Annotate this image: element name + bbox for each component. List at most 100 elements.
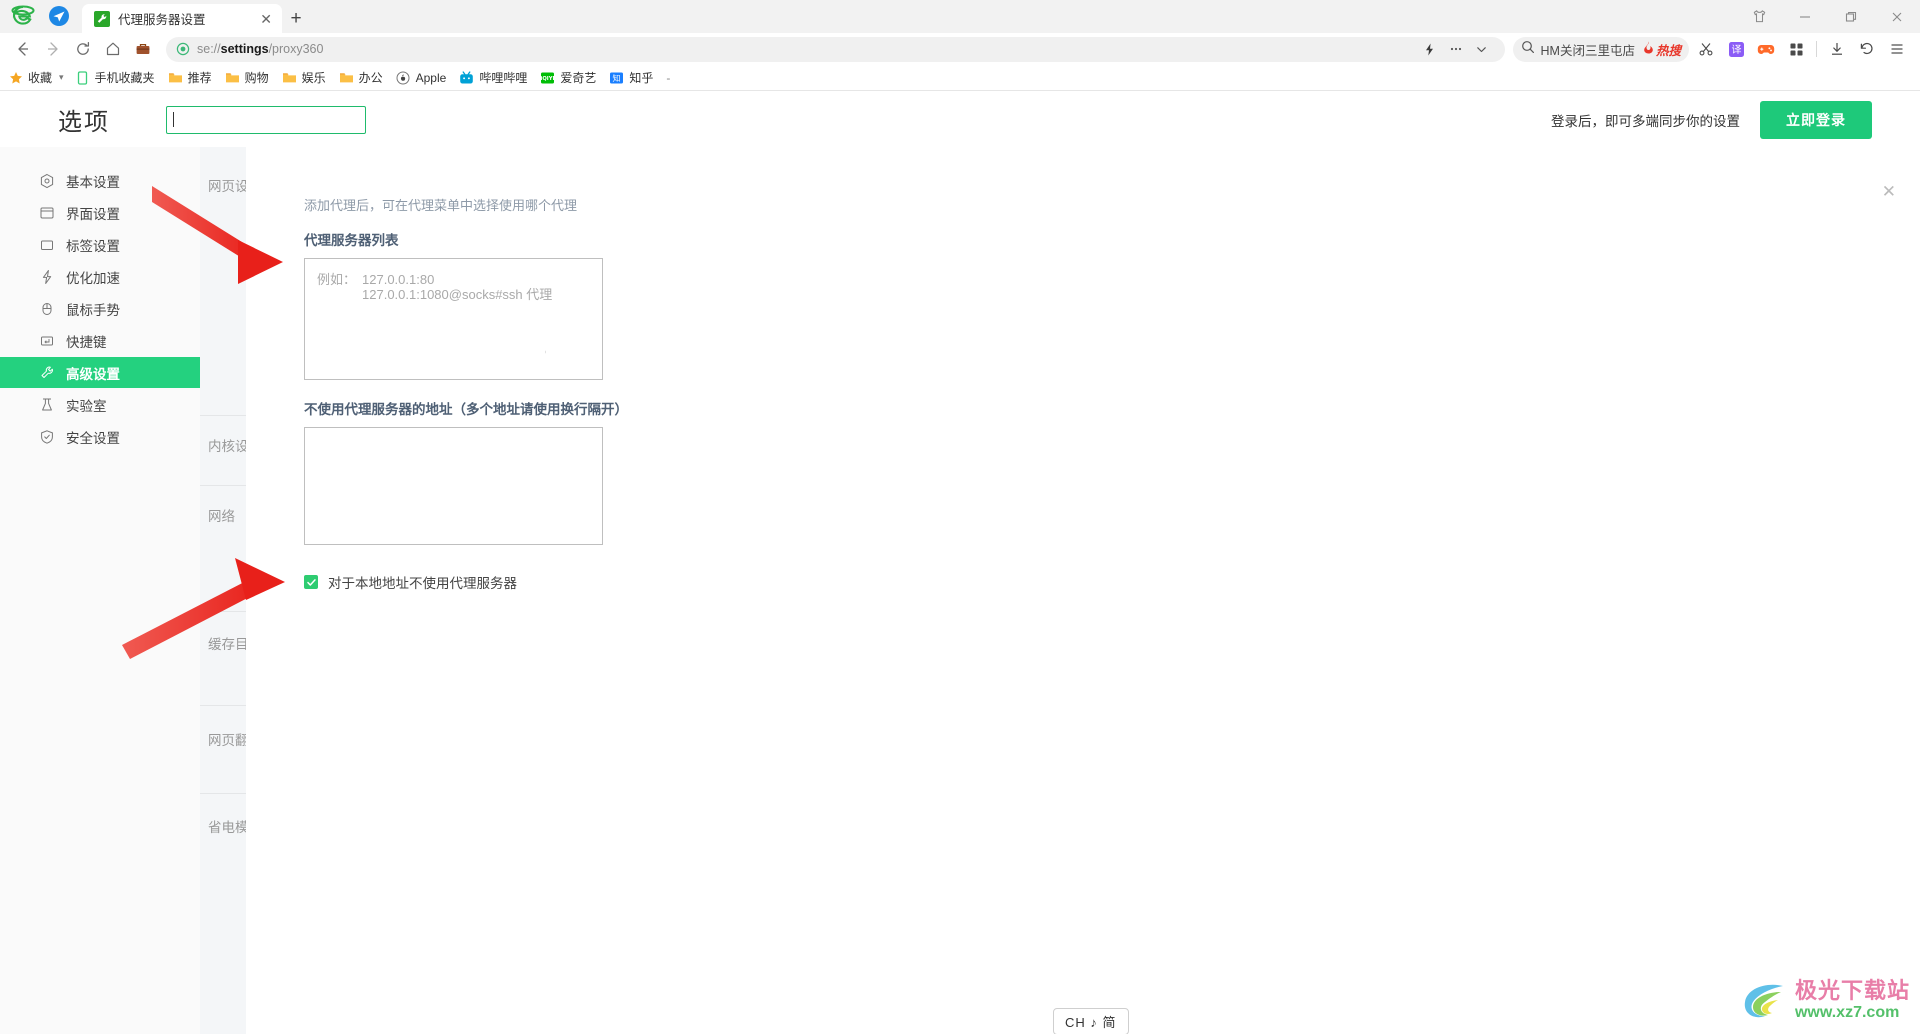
new-tab-button[interactable]: + [282,4,310,33]
menu-icon[interactable] [1882,35,1912,63]
circle-dot-icon [38,172,55,189]
sidebar-item-basic[interactable]: 基本设置 [0,165,200,196]
hot-search-badge[interactable]: 热搜 [1643,40,1681,59]
secure-shield-icon [176,42,190,56]
sidebar-item-label: 标签设置 [66,238,120,254]
tab-strip: 代理服务器设置 ✕ + [82,0,310,33]
proxy-list-placeholder: 例如： 127.0.0.1:80 127.0.0.1:1080@socks#ss… [317,272,590,303]
lightning-icon[interactable] [1417,38,1443,60]
sidebar-item-interface[interactable]: 界面设置 [0,197,200,228]
briefcase-icon[interactable] [128,34,158,64]
tab-title: 代理服务器设置 [118,13,206,27]
zhihu-icon: 知 [609,70,624,85]
options-sidebar: 基本设置 界面设置 标签设置 优化加速 鼠标手势 快捷键 高级设置 实验室 安全… [0,147,200,1034]
sidebar-item-label: 实验室 [66,398,107,414]
sidebar-item-mouse-gestures[interactable]: 鼠标手势 [0,293,200,324]
close-icon[interactable]: ✕ [1882,183,1896,200]
search-box[interactable]: HM关闭三里屯店 热搜 [1512,36,1689,62]
bookmark-item-8[interactable]: iQIYI 爱奇艺 [540,69,596,86]
sidebar-item-shortcuts[interactable]: 快捷键 [0,325,200,356]
skin-icon[interactable] [1736,0,1782,33]
minimize-button[interactable] [1782,0,1828,33]
options-content: 网页设 内核设 网络 缓存目 网页翻 省电模 ✕ 添加代理后，可在代理菜单中选择… [200,147,1920,1034]
bookmark-item-4[interactable]: 娱乐 [282,69,326,86]
toolbar-divider [1816,41,1817,57]
maximize-button[interactable] [1828,0,1874,33]
ghost-section-power[interactable]: 省电模 [208,816,249,836]
bookmark-item-3[interactable]: 购物 [225,69,269,86]
ghost-section-translate[interactable]: 网页翻 [208,729,249,749]
hot-search-label: 热搜 [1655,43,1681,58]
login-button[interactable]: 立即登录 [1760,100,1872,139]
reload-icon[interactable] [68,34,98,64]
back-icon[interactable] [8,34,38,64]
watermark: 极光下载站 www.xz7.com [1737,976,1910,1024]
sidebar-item-label: 快捷键 [66,334,107,350]
ime-status-chip[interactable]: CH ♪ 简 [1053,1008,1129,1034]
bookmark-label: 购物 [244,71,269,85]
bookmark-item-6[interactable]: Apple [396,70,447,85]
watermark-logo-icon [1744,984,1783,1018]
address-bar-icons [1417,38,1495,60]
proxy-settings-panel: ✕ 添加代理后，可在代理菜单中选择使用哪个代理 代理服务器列表 例如： 127.… [246,147,1920,1034]
send-paperplane-icon[interactable] [46,3,72,29]
bookmarks-overflow[interactable]: - [666,71,670,85]
game-icon[interactable] [1751,35,1781,63]
keyboard-icon [38,332,55,349]
ghost-section-network[interactable]: 网络 [208,505,235,525]
bookmark-label: 哔哩哔哩 [479,71,528,85]
scissors-icon[interactable] [1691,35,1721,63]
apps-grid-icon[interactable] [1781,35,1811,63]
chevron-down-icon[interactable] [1469,38,1495,60]
tab-icon [38,236,55,253]
address-bar[interactable]: se://settings/proxy360 [166,36,1505,62]
sidebar-item-security[interactable]: 安全设置 [0,421,200,452]
bookmark-item-0[interactable]: 收藏 [8,69,52,86]
tab-proxy-settings[interactable]: 代理服务器设置 ✕ [82,4,282,33]
bookmark-label: Apple [415,70,447,85]
flame-icon [1643,41,1654,57]
apple-icon [396,70,411,85]
flask-icon [38,396,55,413]
sidebar-item-label: 基本设置 [66,174,120,190]
sidebar-item-advanced[interactable]: 高级设置 [0,357,200,388]
toolbar-icons: 译 [1691,35,1912,63]
bookmarks-dropdown-icon[interactable]: ▾ [59,72,64,83]
local-bypass-checkbox-row[interactable]: 对于本地地址不使用代理服务器 [304,572,1920,592]
title-bar: 代理服务器设置 ✕ + [0,0,1920,33]
bookmark-item-7[interactable]: 哔哩哔哩 [459,69,527,86]
proxy-list-label: 代理服务器列表 [304,233,399,248]
ghost-section-kernel[interactable]: 内核设 [208,435,249,455]
ghost-section-webpage[interactable]: 网页设 [208,175,249,195]
sidebar-item-label: 高级设置 [66,366,120,382]
mouse-icon [38,300,55,317]
panel-note: 添加代理后，可在代理菜单中选择使用哪个代理 [304,198,578,213]
sidebar-item-lab[interactable]: 实验室 [0,389,200,420]
checkbox[interactable] [304,575,318,589]
translate-icon[interactable]: 译 [1721,35,1751,63]
proxy-list-textarea[interactable]: 例如： 127.0.0.1:80 127.0.0.1:1080@socks#ss… [304,258,603,380]
tab-close-icon[interactable]: ✕ [260,12,272,26]
ie-logo-icon[interactable] [8,1,38,31]
svg-text:iQIYI: iQIYI [541,76,555,82]
sidebar-item-acceleration[interactable]: 优化加速 [0,261,200,292]
wrench-icon [38,364,55,381]
bookmark-item-9[interactable]: 知 知乎 [609,69,653,86]
close-button[interactable] [1874,0,1920,33]
options-search-input[interactable] [166,105,366,134]
home-icon[interactable] [98,34,128,64]
folder-icon [168,70,183,85]
more-dots-icon[interactable] [1443,38,1469,60]
placeholder-line-1: 127.0.0.1:80 [362,272,435,287]
forward-icon[interactable] [38,34,68,64]
bypass-textarea[interactable] [304,427,603,545]
ghost-section-cache[interactable]: 缓存目 [208,633,249,653]
bookmark-item-2[interactable]: 推荐 [168,69,212,86]
bookmark-item-1[interactable]: 手机收藏夹 [75,69,155,86]
search-input[interactable]: HM关闭三里屯店 [1541,40,1635,59]
sidebar-item-tabs[interactable]: 标签设置 [0,229,200,260]
history-back-icon[interactable] [1852,35,1882,63]
address-url: se://settings/proxy360 [197,42,324,56]
download-icon[interactable] [1822,35,1852,63]
bookmark-item-5[interactable]: 办公 [339,69,383,86]
